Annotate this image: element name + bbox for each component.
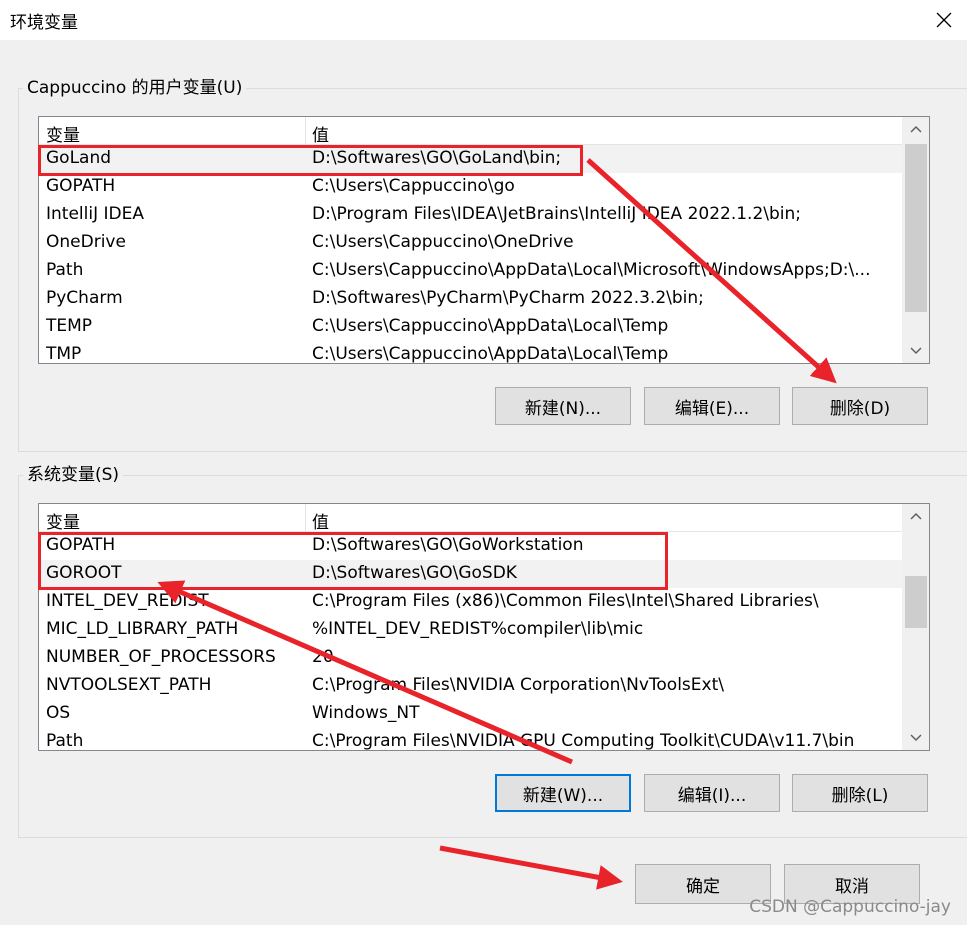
user-new-button[interactable]: 新建(N)... xyxy=(495,387,631,425)
list-item[interactable]: GoLand D:\Softwares\GO\GoLand\bin; xyxy=(39,145,902,173)
scroll-down-icon[interactable] xyxy=(903,339,929,363)
list-item[interactable]: GOPATH D:\Softwares\GO\GoWorkstation xyxy=(39,532,902,560)
scroll-thumb[interactable] xyxy=(905,144,927,312)
user-delete-button[interactable]: 删除(D) xyxy=(792,387,928,425)
user-vars-list[interactable]: 变量 值 GoLand D:\Softwares\GO\GoLand\bin; G… xyxy=(38,116,930,364)
system-delete-button[interactable]: 删除(L) xyxy=(792,774,928,812)
list-item[interactable]: INTEL_DEV_REDIST C:\Program Files (x86)\C… xyxy=(39,588,902,616)
scroll-down-icon[interactable] xyxy=(903,726,929,750)
title-bar: 环境变量 xyxy=(0,0,967,40)
list-item[interactable]: MIC_LD_LIBRARY_PATH %INTEL_DEV_REDIST%com… xyxy=(39,616,902,644)
list-item[interactable]: OS Windows_NT xyxy=(39,700,902,728)
list-item[interactable]: TMP C:\Users\Cappuccino\AppData\Local\Tem… xyxy=(39,341,902,363)
close-button[interactable] xyxy=(921,0,967,40)
system-vars-group-label: 系统变量(S) xyxy=(23,465,124,485)
list-item[interactable]: Path C:\Users\Cappuccino\AppData\Local\Mi… xyxy=(39,257,902,285)
user-vars-group-label: Cappuccino 的用户变量(U) xyxy=(23,78,247,98)
list-item[interactable]: GOROOT D:\Softwares\GO\GoSDK xyxy=(39,560,902,588)
scroll-thumb[interactable] xyxy=(905,576,927,628)
list-item[interactable]: GOPATH C:\Users\Cappuccino\go xyxy=(39,173,902,201)
user-edit-button[interactable]: 编辑(E)... xyxy=(644,387,780,425)
column-header-value[interactable]: 值 xyxy=(312,121,329,146)
list-item[interactable]: PyCharm D:\Softwares\PyCharm\PyCharm 2022… xyxy=(39,285,902,313)
list-item[interactable]: OneDrive C:\Users\Cappuccino\OneDrive xyxy=(39,229,902,257)
list-item[interactable]: NVTOOLSEXT_PATH C:\Program Files\NVIDIA C… xyxy=(39,672,902,700)
user-vars-header: 变量 值 xyxy=(39,117,902,146)
list-item[interactable]: Path C:\Program Files\NVIDIA GPU Computin… xyxy=(39,728,902,750)
watermark: CSDN @Cappuccino-jay xyxy=(749,897,951,917)
scroll-up-icon[interactable] xyxy=(903,504,929,528)
user-vars-scrollbar[interactable] xyxy=(902,117,929,363)
system-vars-list[interactable]: 变量 值 GOPATH D:\Softwares\GO\GoWorkstation… xyxy=(38,503,930,751)
system-vars-header: 变量 值 xyxy=(39,504,902,533)
column-header-name[interactable]: 变量 xyxy=(46,508,80,533)
window-title: 环境变量 xyxy=(10,13,78,33)
close-icon xyxy=(936,12,952,28)
list-item[interactable]: NUMBER_OF_PROCESSORS 20 xyxy=(39,644,902,672)
arrow-to-ok-icon xyxy=(439,845,623,890)
scroll-up-icon[interactable] xyxy=(903,117,929,141)
system-vars-scrollbar[interactable] xyxy=(902,504,929,750)
column-header-name[interactable]: 变量 xyxy=(46,121,80,146)
system-new-button[interactable]: 新建(W)... xyxy=(495,774,631,812)
list-item[interactable]: TEMP C:\Users\Cappuccino\AppData\Local\Te… xyxy=(39,313,902,341)
system-edit-button[interactable]: 编辑(I)... xyxy=(644,774,780,812)
list-item[interactable]: IntelliJ IDEA D:\Program Files\IDEA\JetBr… xyxy=(39,201,902,229)
column-header-value[interactable]: 值 xyxy=(312,508,329,533)
